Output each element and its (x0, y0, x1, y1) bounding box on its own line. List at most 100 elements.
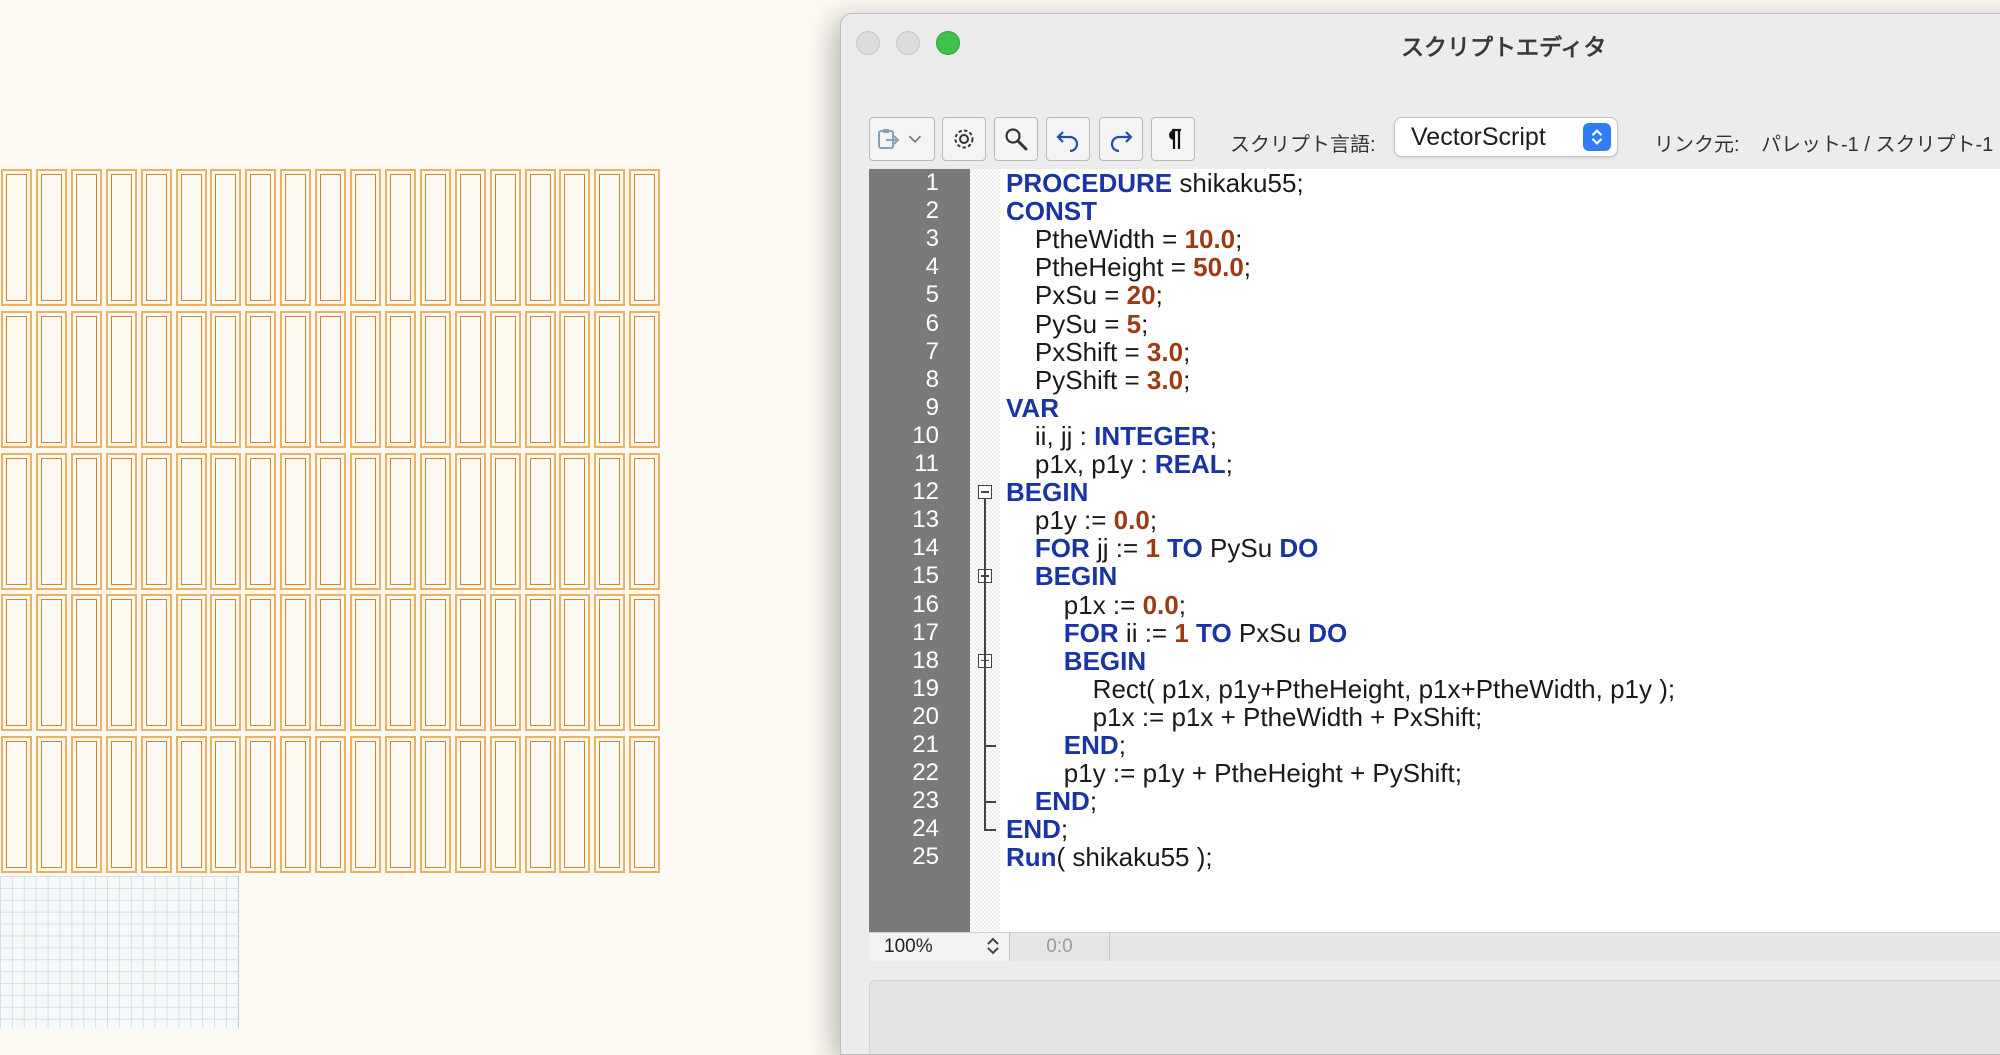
code-line[interactable]: VAR (1006, 394, 1059, 422)
drawing-canvas[interactable] (0, 0, 840, 1028)
code-line[interactable]: PyShift = 3.0; (1006, 366, 1190, 394)
drawn-rectangle[interactable] (210, 310, 242, 448)
drawn-rectangle[interactable] (70, 736, 102, 874)
drawn-rectangle[interactable] (454, 452, 486, 590)
drawn-rectangle[interactable] (35, 452, 67, 590)
drawn-rectangle[interactable] (315, 169, 347, 306)
drawn-rectangle[interactable] (350, 452, 381, 590)
drawn-rectangle[interactable] (105, 594, 137, 732)
drawn-rectangle[interactable] (175, 736, 207, 874)
drawn-rectangle[interactable] (210, 169, 242, 306)
code-line[interactable]: BEGIN (1006, 647, 1146, 675)
title-bar[interactable]: スクリプトエディタ (841, 14, 2000, 70)
drawn-rectangle[interactable] (35, 736, 67, 874)
drawn-rectangle[interactable] (245, 169, 277, 306)
drawn-rectangle[interactable] (175, 169, 207, 306)
drawn-rectangle[interactable] (175, 594, 207, 732)
drawn-rectangle[interactable] (70, 594, 102, 732)
code-line[interactable]: p1y := 0.0; (1006, 506, 1157, 534)
drawn-rectangle[interactable] (350, 594, 381, 732)
code-line[interactable]: Rect( p1x, p1y+PtheHeight, p1x+PtheWidth… (1006, 675, 1675, 703)
drawn-rectangle[interactable] (384, 736, 416, 874)
code-line[interactable]: PtheWidth = 10.0; (1006, 225, 1242, 253)
drawn-rectangle[interactable] (210, 736, 242, 874)
zoom-select[interactable]: 100% (869, 933, 1010, 961)
drawn-rectangle[interactable] (524, 169, 556, 306)
drawn-rectangle[interactable] (384, 169, 416, 306)
drawn-rectangle[interactable] (1, 310, 32, 448)
drawn-rectangle[interactable] (140, 594, 172, 732)
drawn-rectangle[interactable] (559, 594, 591, 732)
drawn-rectangle[interactable] (140, 736, 172, 874)
drawn-rectangle[interactable] (280, 736, 312, 874)
drawn-rectangle[interactable] (559, 736, 591, 874)
code-line[interactable]: END; (1006, 731, 1126, 759)
close-button[interactable] (856, 31, 880, 55)
drawn-rectangle[interactable] (524, 452, 556, 590)
drawn-rectangle[interactable] (210, 594, 242, 732)
drawn-rectangle[interactable] (315, 310, 347, 448)
drawn-rectangle[interactable] (245, 310, 277, 448)
drawn-rectangle[interactable] (175, 310, 207, 448)
drawn-rectangle[interactable] (594, 310, 626, 448)
drawn-rectangle[interactable] (245, 736, 277, 874)
drawn-rectangle[interactable] (559, 310, 591, 448)
code-line[interactable]: BEGIN (1006, 562, 1117, 590)
drawn-rectangle[interactable] (384, 310, 416, 448)
drawn-rectangle[interactable] (419, 736, 451, 874)
drawn-rectangle[interactable] (419, 594, 451, 732)
drawn-rectangle[interactable] (210, 452, 242, 590)
code-line[interactable]: PxSu = 20; (1006, 281, 1163, 309)
drawn-rectangle[interactable] (105, 736, 137, 874)
drawn-rectangle[interactable] (384, 452, 416, 590)
drawn-rectangle[interactable] (489, 310, 521, 448)
drawn-rectangle[interactable] (35, 310, 67, 448)
drawn-rectangle[interactable] (70, 310, 102, 448)
drawn-rectangle[interactable] (1, 736, 32, 874)
drawn-rectangle[interactable] (245, 594, 277, 732)
drawn-rectangle[interactable] (1, 169, 32, 306)
code-line[interactable]: Run( shikaku55 ); (1006, 843, 1213, 871)
drawn-rectangle[interactable] (175, 452, 207, 590)
drawn-rectangle[interactable] (489, 736, 521, 874)
minimize-button[interactable] (896, 31, 920, 55)
clipboard-menu-button[interactable] (869, 117, 935, 161)
find-button[interactable] (994, 117, 1038, 161)
drawn-rectangle[interactable] (419, 310, 451, 448)
drawn-rectangle[interactable] (594, 736, 626, 874)
drawn-rectangle[interactable] (280, 594, 312, 732)
drawn-rectangle[interactable] (1, 452, 32, 590)
drawn-rectangle[interactable] (629, 736, 661, 874)
zoom-button[interactable] (936, 31, 960, 55)
drawn-rectangle[interactable] (35, 594, 67, 732)
code-line[interactable]: p1y := p1y + PtheHeight + PyShift; (1006, 759, 1462, 787)
drawn-rectangle[interactable] (629, 310, 661, 448)
code-line[interactable]: PxShift = 3.0; (1006, 338, 1190, 366)
drawn-rectangle[interactable] (70, 169, 102, 306)
code-line[interactable]: FOR ii := 1 TO PxSu DO (1006, 619, 1347, 647)
drawn-rectangle[interactable] (629, 169, 661, 306)
drawn-rectangle[interactable] (629, 452, 661, 590)
drawn-rectangle[interactable] (419, 452, 451, 590)
code-line[interactable]: PySu = 5; (1006, 310, 1148, 338)
drawn-rectangle[interactable] (315, 594, 347, 732)
code-line[interactable]: END; (1006, 815, 1068, 843)
drawn-rectangle[interactable] (140, 452, 172, 590)
drawn-rectangle[interactable] (280, 310, 312, 448)
drawn-rectangle[interactable] (140, 169, 172, 306)
drawn-rectangle[interactable] (105, 452, 137, 590)
code-line[interactable]: p1x, p1y : REAL; (1006, 450, 1233, 478)
code-line[interactable]: PtheHeight = 50.0; (1006, 253, 1251, 281)
redo-button[interactable] (1099, 117, 1143, 161)
settings-button[interactable] (942, 117, 986, 161)
drawn-rectangle[interactable] (105, 169, 137, 306)
drawn-rectangle[interactable] (280, 452, 312, 590)
drawn-rectangle[interactable] (245, 452, 277, 590)
code-line[interactable]: FOR jj := 1 TO PySu DO (1006, 534, 1318, 562)
drawn-rectangle[interactable] (315, 736, 347, 874)
language-select[interactable]: VectorScript (1394, 117, 1618, 157)
code-line[interactable]: ii, jj : INTEGER; (1006, 422, 1217, 450)
drawn-rectangle[interactable] (454, 169, 486, 306)
drawn-rectangle[interactable] (35, 169, 67, 306)
drawn-rectangle[interactable] (629, 594, 661, 732)
